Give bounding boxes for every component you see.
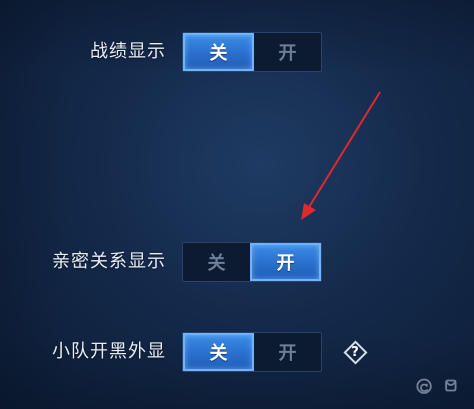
help-button[interactable]: ?	[342, 339, 368, 365]
question-mark-glyph: ?	[351, 344, 359, 360]
toggle-on-option[interactable]: 开	[250, 243, 321, 281]
toggle-on-option[interactable]: 开	[254, 33, 321, 71]
watermark: ⓒ ꤥ	[416, 369, 460, 397]
record-display-toggle[interactable]: 关 开	[182, 32, 322, 72]
toggle-off-option[interactable]: 关	[183, 243, 250, 281]
intimacy-display-toggle[interactable]: 关 开	[182, 242, 322, 282]
toggle-off-option[interactable]: 关	[183, 333, 254, 371]
setting-label: 亲密关系显示	[52, 251, 166, 272]
toggle-on-option[interactable]: 开	[254, 333, 321, 371]
toggle-off-option[interactable]: 关	[183, 33, 254, 71]
squad-display-toggle[interactable]: 关 开	[182, 332, 322, 372]
setting-label: 战绩显示	[90, 41, 166, 62]
setting-label: 小队开黑外显	[52, 341, 166, 362]
